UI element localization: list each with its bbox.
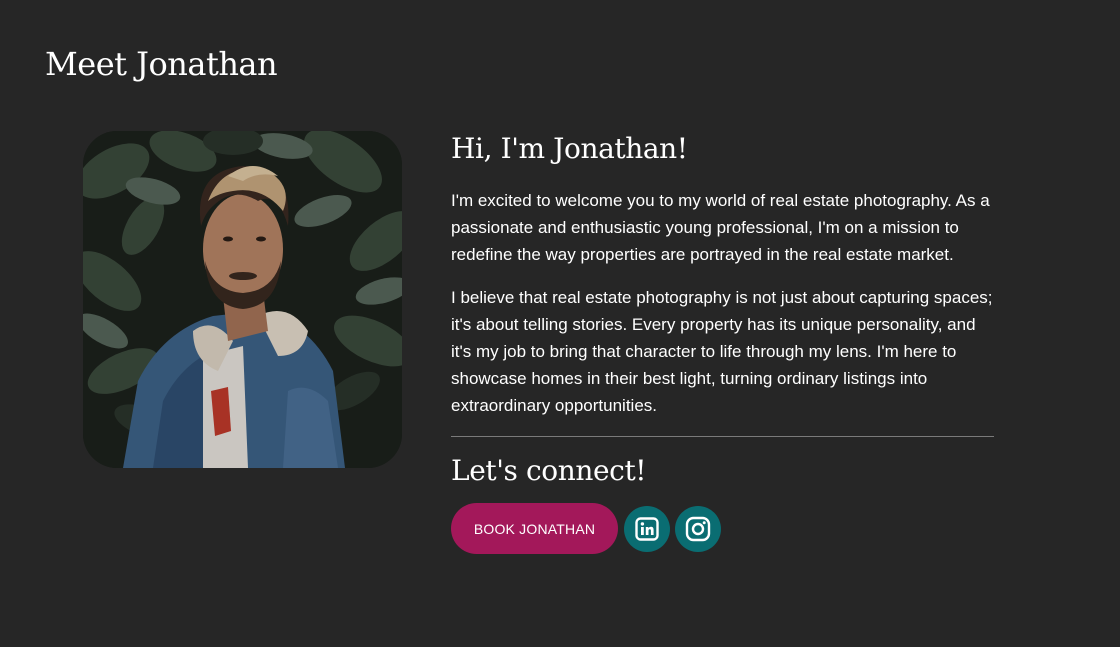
linkedin-icon [635, 516, 659, 541]
bio-paragraph-1: I'm excited to welcome you to my world o… [451, 191, 990, 264]
instagram-icon [685, 516, 711, 541]
profile-photo [83, 131, 402, 468]
bio-paragraph-2: I believe that real estate photography i… [451, 288, 993, 415]
page-title: Meet Jonathan [45, 45, 278, 83]
divider [451, 436, 994, 437]
connect-heading: Let's connect! [451, 454, 647, 487]
profile-content: Hi, I'm Jonathan! I'm excited to welcome… [451, 127, 996, 554]
greeting-heading: Hi, I'm Jonathan! [451, 132, 688, 165]
book-jonathan-button[interactable]: BOOK JONATHAN [451, 503, 618, 554]
instagram-button[interactable] [675, 505, 721, 552]
connect-actions: BOOK JONATHAN [451, 503, 996, 554]
linkedin-button[interactable] [624, 505, 670, 552]
